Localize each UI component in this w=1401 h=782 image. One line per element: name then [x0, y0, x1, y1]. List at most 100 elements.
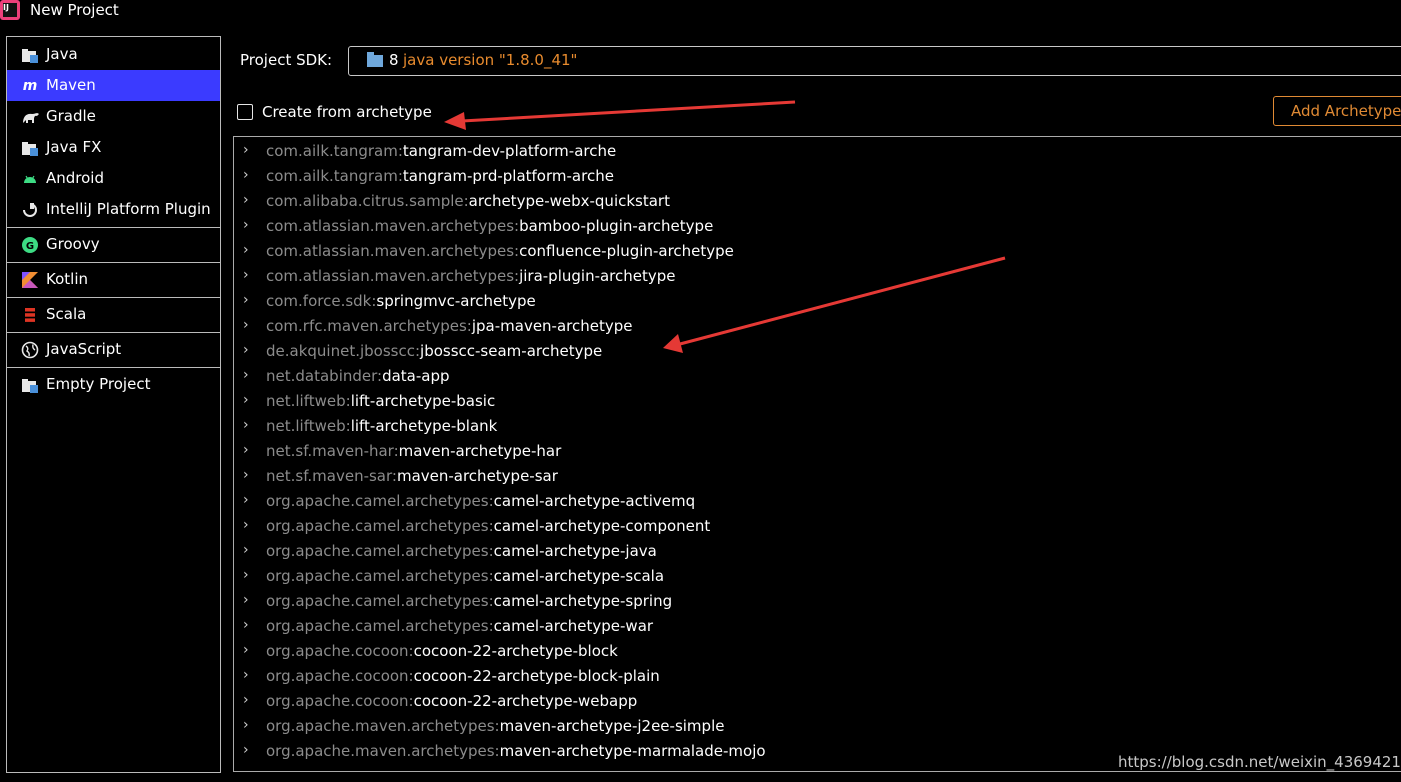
chevron-right-icon[interactable]: › [243, 592, 249, 608]
chevron-right-icon[interactable]: › [243, 667, 249, 683]
archetype-coordinates: com.ailk.tangram:tangram-dev-platform-ar… [266, 142, 616, 160]
chevron-right-icon[interactable]: › [243, 617, 249, 633]
chevron-right-icon[interactable]: › [243, 717, 249, 733]
chevron-right-icon[interactable]: › [243, 392, 249, 408]
archetype-row[interactable]: › org.apache.cocoon:cocoon-22-archetype-w… [234, 688, 1401, 713]
archetype-row[interactable]: › com.ailk.tangram:tangram-dev-platform-a… [234, 138, 1401, 163]
archetype-row[interactable]: › org.apache.cocoon:cocoon-22-archetype-b… [234, 663, 1401, 688]
archetype-row[interactable]: › com.ailk.tangram:tangram-prd-platform-a… [234, 163, 1401, 188]
archetype-row[interactable]: › com.alibaba.citrus.sample:archetype-web… [234, 188, 1401, 213]
chevron-right-icon[interactable]: › [243, 192, 249, 208]
archetype-row[interactable]: › org.apache.camel.archetypes:camel-arche… [234, 538, 1401, 563]
archetype-coordinates: org.apache.cocoon:cocoon-22-archetype-we… [266, 692, 637, 710]
archetype-artifact-id: jbosscc-seam-archetype [420, 342, 603, 360]
archetype-group-id: org.apache.cocoon: [266, 642, 414, 660]
archetype-coordinates: com.atlassian.maven.archetypes:confluenc… [266, 242, 734, 260]
archetype-row[interactable]: › net.sf.maven-har:maven-archetype-har [234, 438, 1401, 463]
project-sdk-dropdown[interactable]: 8 java version "1.8.0_41" [348, 46, 1401, 76]
chevron-right-icon[interactable]: › [243, 442, 249, 458]
chevron-right-icon[interactable]: › [243, 467, 249, 483]
project-type-list: Java m Maven Gradle Java FX Android Inte… [6, 36, 221, 773]
archetype-row[interactable]: › com.atlassian.maven.archetypes:confluen… [234, 238, 1401, 263]
archetype-artifact-id: jira-plugin-archetype [519, 267, 676, 285]
sidebar-item-maven[interactable]: m Maven [7, 70, 220, 101]
archetype-row[interactable]: › org.apache.maven.archetypes:maven-arche… [234, 713, 1401, 738]
create-from-archetype-checkbox[interactable] [237, 104, 253, 120]
archetype-row[interactable]: › org.apache.camel.archetypes:camel-arche… [234, 513, 1401, 538]
archetype-coordinates: com.atlassian.maven.archetypes:jira-plug… [266, 267, 676, 285]
archetype-row[interactable]: › net.liftweb:lift-archetype-blank [234, 413, 1401, 438]
chevron-right-icon[interactable]: › [243, 692, 249, 708]
archetype-row[interactable]: › com.atlassian.maven.archetypes:jira-plu… [234, 263, 1401, 288]
chevron-right-icon[interactable]: › [243, 517, 249, 533]
archetype-group-id: org.apache.maven.archetypes: [266, 717, 500, 735]
chevron-right-icon[interactable]: › [243, 642, 249, 658]
sidebar-item-gradle[interactable]: Gradle [7, 101, 220, 132]
archetype-artifact-id: confluence-plugin-archetype [519, 242, 734, 260]
chevron-right-icon[interactable]: › [243, 417, 249, 433]
chevron-right-icon[interactable]: › [243, 167, 249, 183]
chevron-right-icon[interactable]: › [243, 217, 249, 233]
sidebar-item-intellij-platform-plugin[interactable]: IntelliJ Platform Plugin [7, 194, 220, 225]
archetype-row[interactable]: › net.sf.maven-sar:maven-archetype-sar [234, 463, 1401, 488]
sidebar-item-android[interactable]: Android [7, 163, 220, 194]
chevron-right-icon[interactable]: › [243, 317, 249, 333]
chevron-right-icon[interactable]: › [243, 267, 249, 283]
archetype-coordinates: org.apache.maven.archetypes:maven-archet… [266, 717, 724, 735]
archetype-artifact-id: maven-archetype-sar [396, 467, 558, 485]
sidebar-item-label: Java FX [46, 138, 102, 156]
add-archetype-button[interactable]: Add Archetype... [1273, 96, 1401, 126]
archetype-row[interactable]: › net.databinder:data-app [234, 363, 1401, 388]
archetype-row[interactable]: › net.liftweb:lift-archetype-basic [234, 388, 1401, 413]
sidebar-item-empty-project[interactable]: Empty Project [7, 369, 220, 400]
create-from-archetype-label[interactable]: Create from archetype [262, 103, 432, 121]
archetype-artifact-id: maven-archetype-j2ee-simple [499, 717, 725, 735]
sidebar-item-label: Empty Project [46, 375, 151, 393]
chevron-right-icon[interactable]: › [243, 342, 249, 358]
title-bar: IJ New Project [0, 0, 1401, 24]
archetype-row[interactable]: › org.apache.camel.archetypes:camel-arche… [234, 488, 1401, 513]
sidebar-item-kotlin[interactable]: Kotlin [7, 264, 220, 295]
chevron-right-icon[interactable]: › [243, 242, 249, 258]
add-archetype-label: Add Archetype... [1291, 102, 1401, 120]
annotation-arrow [444, 100, 796, 130]
chevron-right-icon[interactable]: › [243, 142, 249, 158]
archetype-row[interactable]: › com.atlassian.maven.archetypes:bamboo-p… [234, 213, 1401, 238]
archetype-row[interactable]: › com.rfc.maven.archetypes:jpa-maven-arch… [234, 313, 1401, 338]
chevron-right-icon[interactable]: › [243, 542, 249, 558]
sidebar-item-groovy[interactable]: G Groovy [7, 229, 220, 260]
archetype-coordinates: net.liftweb:lift-archetype-blank [266, 417, 497, 435]
archetype-row[interactable]: › com.force.sdk:springmvc-archetype [234, 288, 1401, 313]
java-folder-icon [21, 46, 39, 64]
archetype-group-id: org.apache.cocoon: [266, 667, 414, 685]
archetype-row[interactable]: › org.apache.camel.archetypes:camel-arche… [234, 613, 1401, 638]
archetype-row[interactable]: › org.apache.cocoon:cocoon-22-archetype-b… [234, 638, 1401, 663]
chevron-right-icon[interactable]: › [243, 742, 249, 758]
sidebar-item-java[interactable]: Java [7, 39, 220, 70]
sidebar-divider [7, 227, 220, 228]
archetype-group-id: net.sf.maven-har: [266, 442, 399, 460]
archetype-coordinates: com.rfc.maven.archetypes:jpa-maven-arche… [266, 317, 633, 335]
archetype-artifact-id: archetype-webx-quickstart [468, 192, 670, 210]
chevron-right-icon[interactable]: › [243, 292, 249, 308]
chevron-right-icon[interactable]: › [243, 492, 249, 508]
archetype-artifact-id: cocoon-22-archetype-block-plain [413, 667, 660, 685]
sidebar-item-scala[interactable]: Scala [7, 299, 220, 330]
archetype-row[interactable]: › de.akquinet.jbosscc:jbosscc-seam-archet… [234, 338, 1401, 363]
archetype-tree-list[interactable]: › com.ailk.tangram:tangram-dev-platform-a… [233, 136, 1401, 772]
archetype-row[interactable]: › org.apache.camel.archetypes:camel-arche… [234, 588, 1401, 613]
sdk-version: 8 [389, 51, 399, 69]
sidebar-item-javascript[interactable]: JavaScript [7, 334, 220, 365]
archetype-artifact-id: tangram-dev-platform-arche [402, 142, 617, 160]
archetype-coordinates: org.apache.maven.archetypes:maven-archet… [266, 742, 766, 760]
archetype-row[interactable]: › org.apache.camel.archetypes:camel-arche… [234, 563, 1401, 588]
sidebar-item-javafx[interactable]: Java FX [7, 132, 220, 163]
archetype-artifact-id: camel-archetype-java [493, 542, 657, 560]
sidebar-item-label: Gradle [46, 107, 96, 125]
archetype-artifact-id: springmvc-archetype [376, 292, 536, 310]
archetype-artifact-id: camel-archetype-war [493, 617, 654, 635]
chevron-right-icon[interactable]: › [243, 567, 249, 583]
chevron-right-icon[interactable]: › [243, 367, 249, 383]
sidebar-item-label: Groovy [46, 235, 100, 253]
archetype-coordinates: net.liftweb:lift-archetype-basic [266, 392, 495, 410]
